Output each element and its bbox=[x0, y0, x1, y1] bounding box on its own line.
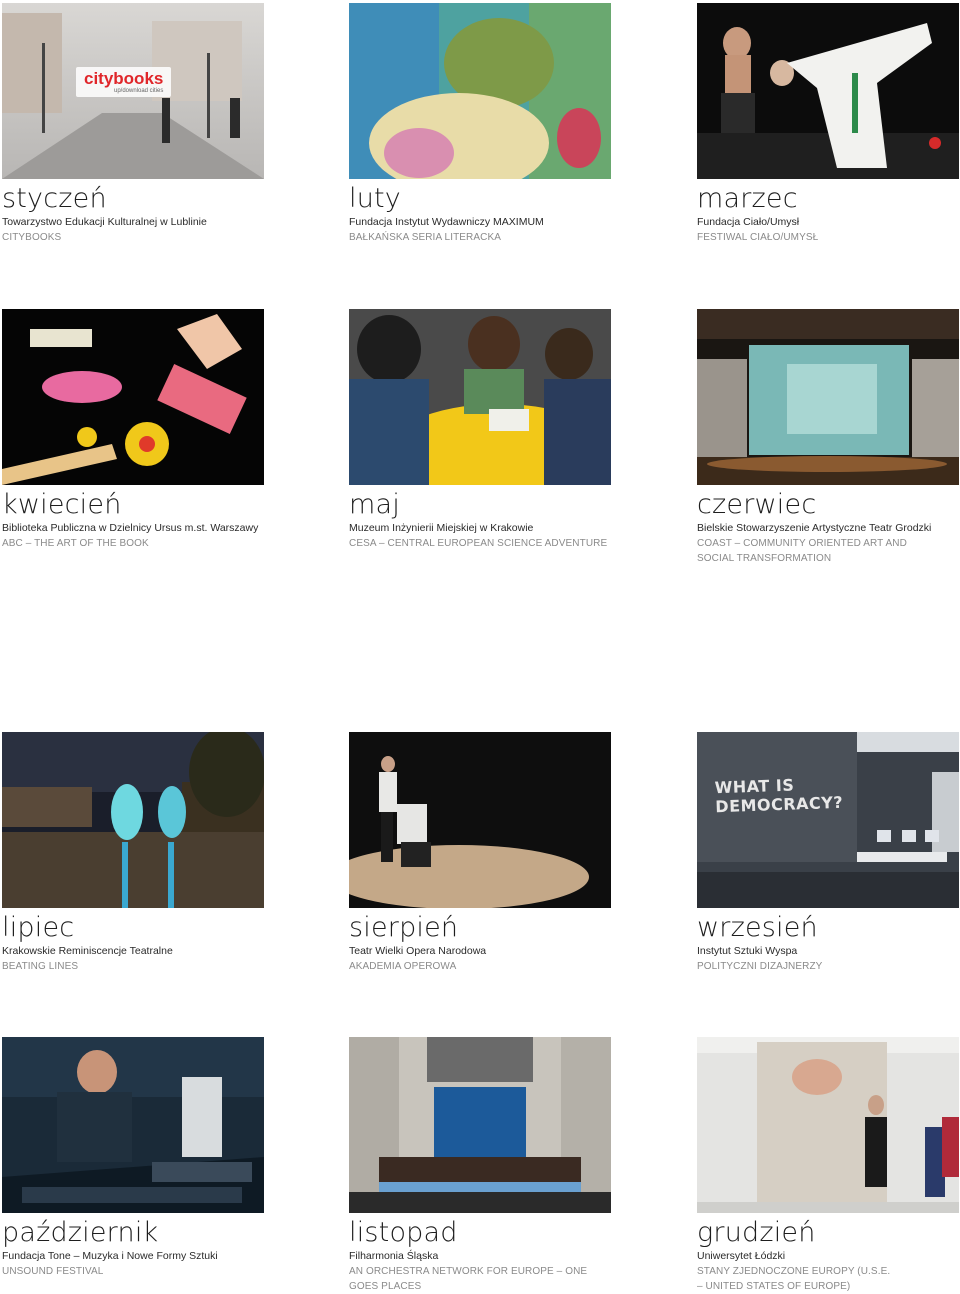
photo-sound-mixer bbox=[2, 1037, 264, 1213]
card-wrzesien: WHAT IS DEMOCRACY? wrzesień Instytut Szt… bbox=[697, 732, 959, 974]
project-name: BAŁKAŃSKA SERIA LITERACKA bbox=[349, 232, 502, 243]
organization-name: Instytut Sztuki Wyspa bbox=[697, 945, 798, 957]
project-name: AKADEMIA OPEROWA bbox=[349, 961, 457, 972]
card-styczen: citybooks up/download cities styczeń Tow… bbox=[2, 3, 264, 245]
month-title: listopad bbox=[349, 1217, 458, 1248]
card-grudzien: grudzień Uniwersytet Łódzki STANY ZJEDNO… bbox=[697, 1037, 959, 1294]
photo-night-fountain bbox=[2, 732, 264, 908]
month-title: marzec bbox=[697, 183, 798, 214]
month-title: wrzesień bbox=[697, 912, 818, 943]
photo-gallery-room: WHAT IS DEMOCRACY? bbox=[697, 732, 959, 908]
month-title: grudzień bbox=[697, 1217, 816, 1248]
card-sierpien: sierpień Teatr Wielki Opera Narodowa AKA… bbox=[349, 732, 611, 974]
photo-tapestry-exhibition bbox=[697, 1037, 959, 1213]
organization-name: Filharmonia Śląska bbox=[349, 1250, 439, 1262]
photo-caption-text: WHAT IS DEMOCRACY? bbox=[714, 775, 844, 817]
organization-name: Towarzystwo Edukacji Kulturalnej w Lubli… bbox=[2, 216, 207, 228]
card-listopad: listopad Filharmonia Śląska AN ORCHESTRA… bbox=[349, 1037, 611, 1294]
card-kwiecien: kwiecień Biblioteka Publiczna w Dzielnic… bbox=[2, 309, 264, 551]
photo-orchestra-church bbox=[349, 1037, 611, 1213]
project-name: CITYBOOKS bbox=[2, 232, 62, 243]
month-title: październik bbox=[2, 1217, 159, 1248]
organization-name: Uniwersytet Łódzki bbox=[697, 1250, 786, 1262]
organization-name: Bielskie Stowarzyszenie Artystyczne Teat… bbox=[697, 522, 932, 534]
card-czerwiec: czerwiec Bielskie Stowarzyszenie Artysty… bbox=[697, 309, 959, 566]
card-marzec: marzec Fundacja Ciało/Umysł FESTIWAL CIA… bbox=[697, 3, 959, 245]
project-name: AN ORCHESTRA NETWORK FOR EUROPE – ONE GO… bbox=[349, 1266, 588, 1292]
project-name: COAST – COMMUNITY ORIENTED ART AND SOCIA… bbox=[697, 538, 907, 564]
photo-painting-portrait bbox=[349, 3, 611, 179]
card-maj: maj Muzeum Inżynierii Miejskiej w Krakow… bbox=[349, 309, 611, 551]
project-name: FESTIWAL CIAŁO/UMYSŁ bbox=[697, 232, 819, 243]
card-luty: luty Fundacja Instytut Wydawniczy MAXIMU… bbox=[349, 3, 611, 245]
project-name: CESA – CENTRAL EUROPEAN SCIENCE ADVENTUR… bbox=[349, 538, 608, 549]
photo-opera-stage bbox=[349, 732, 611, 908]
photo-children-collage bbox=[2, 309, 264, 485]
photo-foggy-street: citybooks up/download cities bbox=[2, 3, 264, 179]
project-name: ABC – THE ART OF THE BOOK bbox=[2, 538, 149, 549]
project-name: BEATING LINES bbox=[2, 961, 79, 972]
photo-dance-performance bbox=[697, 3, 959, 179]
month-title: luty bbox=[349, 183, 401, 214]
month-title: sierpień bbox=[349, 912, 459, 943]
project-name: POLITYCZNI DIZAJNERZY bbox=[697, 961, 823, 972]
citybooks-logo: citybooks up/download cities bbox=[76, 67, 172, 97]
project-name: STANY ZJEDNOCZONE EUROPY (U.S.E. – UNITE… bbox=[697, 1266, 891, 1292]
organization-name: Fundacja Tone – Muzyka i Nowe Formy Sztu… bbox=[2, 1250, 218, 1262]
organization-name: Muzeum Inżynierii Miejskiej w Krakowie bbox=[349, 522, 534, 534]
card-pazdziernik: październik Fundacja Tone – Muzyka i Now… bbox=[2, 1037, 264, 1279]
organization-name: Biblioteka Publiczna w Dzielnicy Ursus m… bbox=[2, 522, 259, 534]
organization-name: Fundacja Instytut Wydawniczy MAXIMUM bbox=[349, 216, 544, 228]
organization-name: Fundacja Ciało/Umysł bbox=[697, 216, 800, 228]
photo-stage-projection bbox=[697, 309, 959, 485]
card-lipiec: lipiec Krakowskie Reminiscencje Teatraln… bbox=[2, 732, 264, 974]
photo-children-workshop bbox=[349, 309, 611, 485]
organization-name: Teatr Wielki Opera Narodowa bbox=[349, 945, 487, 957]
month-title: lipiec bbox=[2, 912, 75, 943]
month-title: kwiecień bbox=[2, 489, 122, 520]
month-title: czerwiec bbox=[697, 489, 817, 520]
project-name: UNSOUND FESTIVAL bbox=[2, 1266, 104, 1277]
month-title: styczeń bbox=[2, 183, 107, 214]
month-title: maj bbox=[349, 489, 400, 520]
organization-name: Krakowskie Reminiscencje Teatralne bbox=[2, 945, 173, 957]
